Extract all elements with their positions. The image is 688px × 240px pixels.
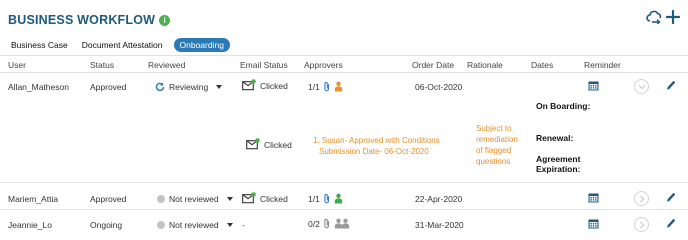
chevron-down-icon [216,85,223,89]
order-date: 06-Oct-2020 [415,82,463,92]
chevron-right-icon [639,221,644,228]
approvers-count: 0/2 [308,218,320,229]
reviewed-label: Reviewing [169,82,209,92]
status-text: Approved [90,194,127,204]
approver-note: 1. Susan- Approved with Conditions Submi… [313,135,463,157]
col-order-date[interactable]: Order Date [412,60,454,70]
col-rationale[interactable]: Rationale [467,60,503,70]
chevron-right-icon [639,195,644,202]
reviewed-label: Not reviewed [169,194,219,204]
page-title: BUSINESS WORKFLOW [8,13,156,27]
edit-icon[interactable] [666,192,676,206]
col-dates[interactable]: Dates [531,60,553,70]
reviewed-dropdown[interactable]: Not reviewed [157,220,233,230]
approver-note-line2: Submission Date- 06-Oct-2020 [319,147,429,156]
user-name: Allan_Matheson [8,82,69,92]
person-icon[interactable] [334,193,343,204]
approvers-cell: 1/1 [308,193,343,204]
refresh-icon [155,82,165,92]
attachment-icon[interactable] [323,193,331,204]
status-text: Ongoing [90,220,123,230]
email-status: Clicked [242,79,288,91]
col-approvers[interactable]: Approvers [304,60,343,70]
calendar-icon[interactable] [588,192,599,205]
expanded-email-label: Clicked [264,140,292,150]
rationale-text: Subject to remediation of flagged questi… [476,124,518,166]
tab-document-attestation[interactable]: Document Attestation [79,38,166,52]
order-date: 31-Mar-2020 [415,220,464,230]
row-divider [0,182,688,183]
tab-onboarding[interactable]: Onboarding [173,38,230,52]
header: BUSINESS WORKFLOW i [8,12,171,28]
email-status: Clicked [242,192,288,204]
approvers-count: 1/1 [308,193,320,204]
tab-business-case[interactable]: Business Case [8,38,71,52]
chevron-down-icon [226,197,233,201]
row-divider [0,209,688,210]
reviewed-dropdown[interactable]: Reviewing [155,82,223,92]
reviewed-label: Not reviewed [169,220,219,230]
approvers-count: 1/1 [308,81,320,92]
dates-agreement-expiration: Agreement Expiration: [536,154,581,174]
col-reminder[interactable]: Reminder [584,60,621,70]
add-icon[interactable] [666,10,680,24]
people-icon[interactable] [334,218,350,229]
status-text: Approved [90,82,127,92]
email-clicked-icon [246,138,260,150]
order-date: 22-Apr-2020 [415,194,463,204]
edit-icon[interactable] [666,80,676,94]
approvers-cell: 0/2 [308,218,350,229]
email-clicked-icon [242,79,256,91]
calendar-icon[interactable] [588,80,599,93]
table-header: User Status Reviewed Email Status Approv… [0,55,688,73]
col-email-status[interactable]: Email Status [240,60,288,70]
reviewed-dropdown[interactable]: Not reviewed [157,194,233,204]
approver-note-line1: 1. Susan- Approved with Conditions [313,136,440,145]
workflow-tabs: Business Case Document Attestation Onboa… [8,38,230,52]
dates-on-boarding: On Boarding: [536,101,591,111]
expanded-email-status: Clicked [246,138,292,150]
expand-toggle[interactable] [634,217,649,232]
email-status-label: - [242,220,245,230]
header-actions [646,10,680,24]
person-icon[interactable] [334,81,343,92]
not-reviewed-icon [157,221,165,229]
attachment-icon[interactable] [323,81,331,92]
dates-renewal: Renewal: [536,133,574,143]
chevron-down-icon [226,223,233,227]
info-icon[interactable]: i [159,14,171,26]
col-user[interactable]: User [8,60,26,70]
col-reviewed[interactable]: Reviewed [148,60,185,70]
attachment-icon[interactable] [323,218,331,229]
chevron-down-icon [638,84,645,89]
edit-icon[interactable] [666,218,676,232]
expand-toggle[interactable] [634,79,649,94]
email-clicked-icon [242,192,256,204]
approvers-cell: 1/1 [308,81,343,92]
workflow-cloud-icon[interactable] [646,10,664,24]
not-reviewed-icon [157,195,165,203]
expand-toggle[interactable] [634,191,649,206]
email-status-label: Clicked [260,81,288,91]
col-status[interactable]: Status [90,60,114,70]
calendar-icon[interactable] [588,218,599,231]
email-status-label: Clicked [260,194,288,204]
user-name: Mariem_Attia [8,194,59,204]
user-name: Jeannie_Lo [8,220,52,230]
